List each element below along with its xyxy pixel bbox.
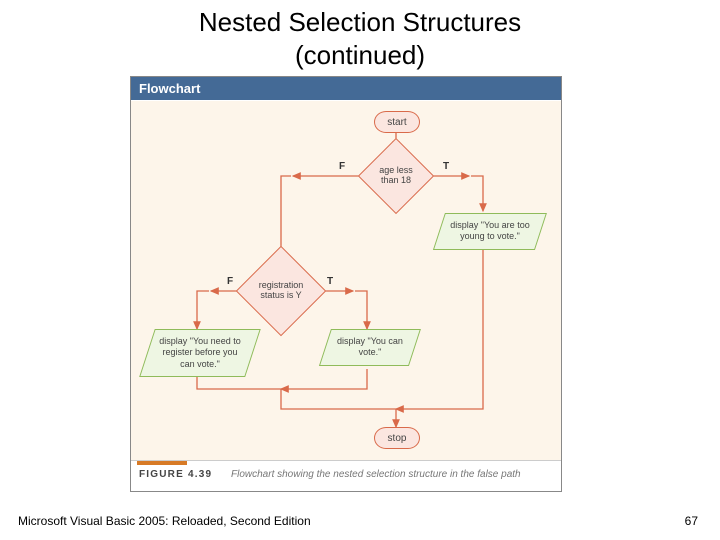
figure-caption: FIGURE 4.39 Flowchart showing the nested…: [131, 460, 561, 491]
d2-false-label: F: [227, 276, 233, 287]
figure-frame: Flowchart: [130, 76, 562, 492]
flowchart-header: Flowchart: [131, 77, 561, 100]
decision-registration-text: registration status is Y: [249, 259, 313, 323]
caption-rule: [137, 461, 187, 465]
process-too-young: display "You are too young to vote.": [433, 213, 547, 250]
flow-lines: [131, 101, 561, 461]
stop-label: stop: [388, 433, 407, 444]
stop-terminator: stop: [374, 427, 420, 449]
d1-false-label: F: [339, 161, 345, 172]
decision-age-text: age less than 18: [369, 149, 423, 203]
flowchart-canvas: start age less than 18 F T display "You …: [131, 101, 561, 461]
slide-title: Nested Selection Structures (continued): [0, 0, 720, 73]
process-can-vote-text: display "You can vote.": [326, 330, 414, 365]
page-number: 67: [685, 514, 698, 528]
decision-age: age less than 18: [369, 149, 423, 203]
process-too-young-text: display "You are too young to vote.": [440, 214, 540, 249]
process-need-register-text: display "You need to register before you…: [148, 330, 252, 376]
d2-true-label: T: [327, 276, 333, 287]
slide: Nested Selection Structures (continued) …: [0, 0, 720, 540]
footer-text: Microsoft Visual Basic 2005: Reloaded, S…: [18, 514, 311, 528]
process-need-register: display "You need to register before you…: [139, 329, 261, 377]
decision-registration: registration status is Y: [249, 259, 313, 323]
title-line-1: Nested Selection Structures: [199, 7, 521, 37]
figure-number: FIGURE 4.39: [139, 469, 212, 480]
start-terminator: start: [374, 111, 420, 133]
d1-true-label: T: [443, 161, 449, 172]
start-label: start: [387, 117, 406, 128]
figure-description: Flowchart showing the nested selection s…: [231, 469, 521, 480]
process-can-vote: display "You can vote.": [319, 329, 421, 366]
title-line-2: (continued): [295, 40, 425, 70]
